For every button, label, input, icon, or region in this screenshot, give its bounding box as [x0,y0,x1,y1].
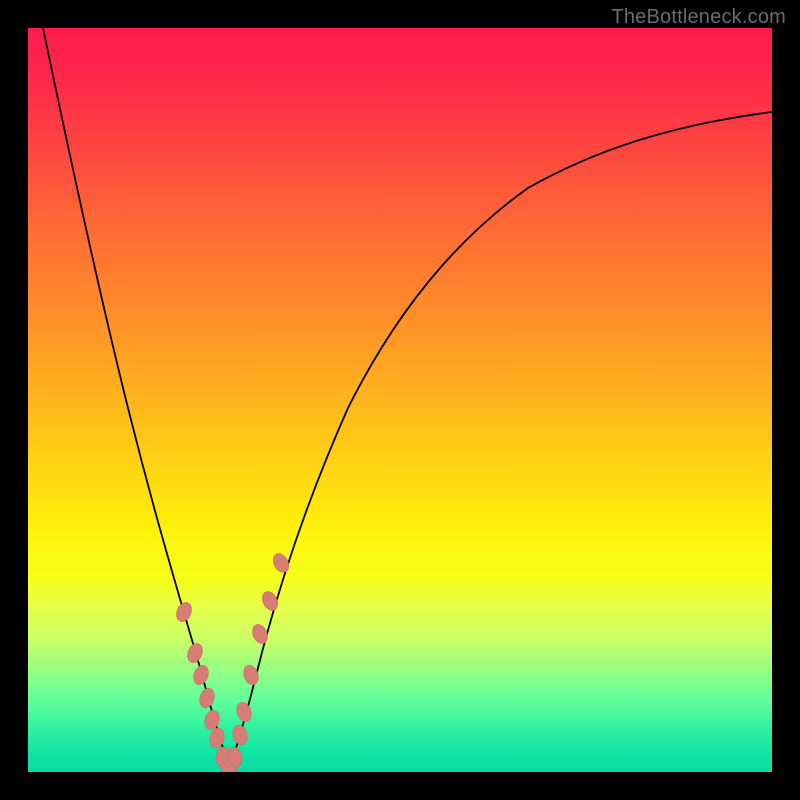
curve-marker [191,663,211,687]
watermark-text: TheBottleneck.com [611,6,786,29]
curve-marker [231,723,250,746]
curve-marker [185,641,205,665]
chart-frame: TheBottleneck.com [0,0,800,800]
curve-marker [197,686,216,709]
curve-marker [259,589,280,613]
curve-marker [174,600,195,624]
curve-marker [270,551,292,575]
curve-marker [250,622,271,646]
curve-marker [234,700,253,723]
bottleneck-curve [43,28,772,768]
marker-group [174,551,292,772]
bottleneck-curve-svg [28,28,772,772]
plot-area [28,28,772,772]
